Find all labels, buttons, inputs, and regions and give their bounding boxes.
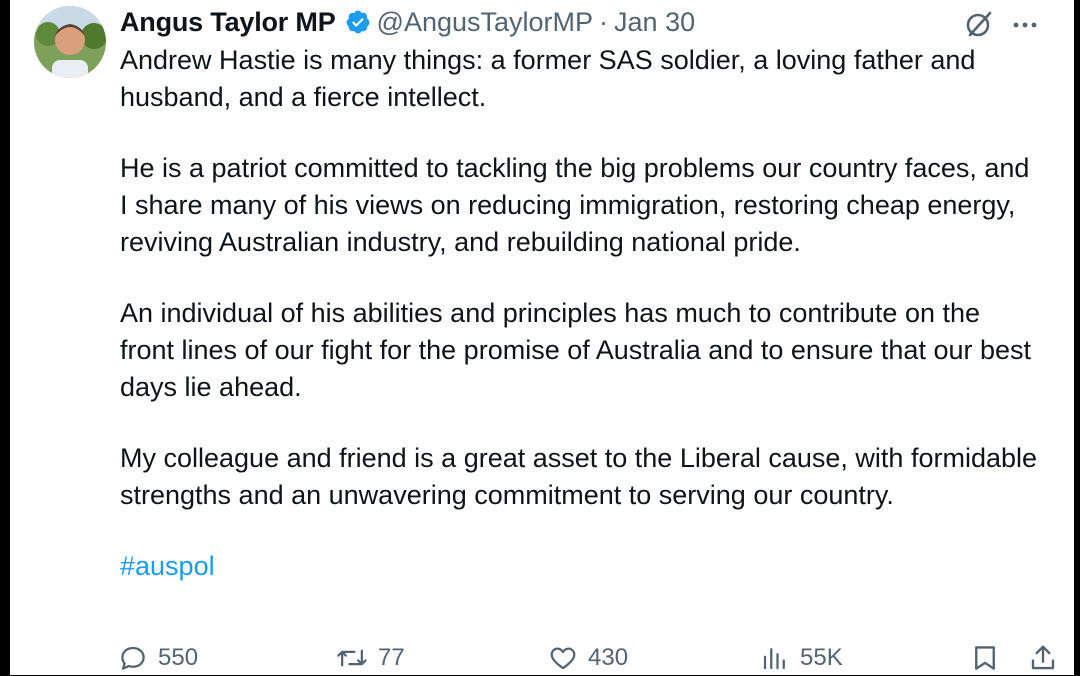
like-button[interactable]: 430 xyxy=(548,640,628,676)
hashtag-link[interactable]: #auspol xyxy=(120,551,215,581)
tweet-actions: 550 77 430 55K xyxy=(118,640,1058,676)
views-icon xyxy=(763,648,785,670)
tweet-header: Angus Taylor MP @AngusTaylorMP · Jan 30 xyxy=(120,4,695,40)
repost-icon xyxy=(337,649,367,667)
verified-badge-icon xyxy=(345,9,371,35)
tweet-paragraph: He is a patriot committed to tackling th… xyxy=(120,153,1030,257)
header-separator: · xyxy=(599,6,609,37)
reply-count: 550 xyxy=(158,644,199,671)
tweet-text: Andrew Hastie is many things: a former S… xyxy=(120,42,1040,619)
reply-icon xyxy=(121,646,145,670)
repost-button[interactable]: 77 xyxy=(336,640,405,676)
tweet-paragraph: An individual of his abilities and princ… xyxy=(120,298,1032,402)
repost-count: 77 xyxy=(378,644,405,671)
tweet-card: Angus Taylor MP @AngusTaylorMP · Jan 30 … xyxy=(10,0,1074,675)
bookmark-button[interactable] xyxy=(970,640,1010,676)
share-icon xyxy=(1031,645,1055,670)
tweet-paragraph: My colleague and friend is a great asset… xyxy=(120,443,1038,510)
author-name[interactable]: Angus Taylor MP xyxy=(120,7,336,38)
share-button[interactable] xyxy=(1028,640,1068,676)
tweet-paragraph: Andrew Hastie is many things: a former S… xyxy=(120,45,976,112)
like-count: 430 xyxy=(588,644,629,671)
avatar[interactable] xyxy=(34,6,106,78)
like-icon xyxy=(550,647,576,670)
reply-button[interactable]: 550 xyxy=(118,640,198,676)
grok-icon[interactable] xyxy=(964,9,994,39)
author-handle[interactable]: @AngusTaylorMP xyxy=(377,7,594,38)
views-button[interactable]: 55K xyxy=(760,640,843,676)
views-count: 55K xyxy=(800,644,843,671)
more-icon[interactable] xyxy=(1010,10,1040,40)
bookmark-icon xyxy=(975,646,995,670)
tweet-date[interactable]: Jan 30 xyxy=(614,7,695,38)
